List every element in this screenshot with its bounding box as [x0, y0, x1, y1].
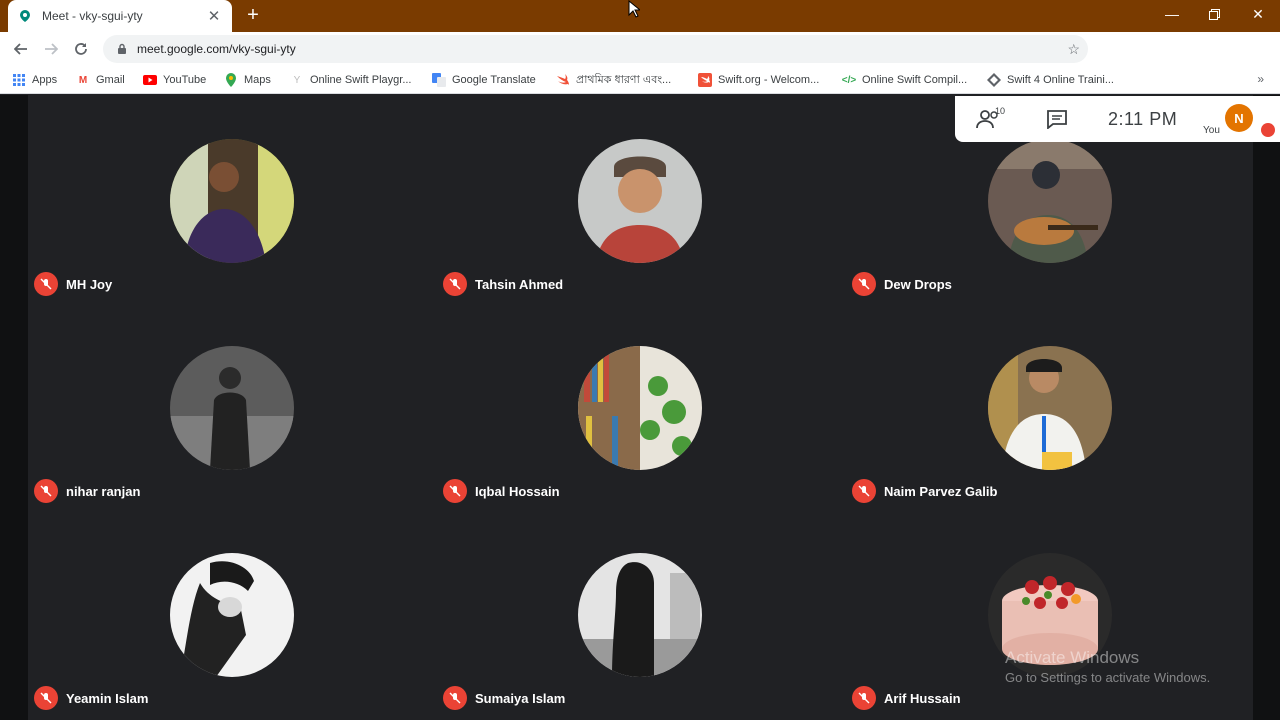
bookmark-label: Maps — [244, 74, 271, 86]
chat-icon[interactable] — [1046, 109, 1068, 129]
browser-tab-meet[interactable]: Meet - vky-sgui-yty ✕ — [8, 0, 232, 32]
training-icon — [987, 73, 1001, 87]
bookmark-youtube[interactable]: YouTube — [143, 71, 206, 89]
watermark-title: Activate Windows — [1005, 648, 1140, 667]
tab-title: Meet - vky-sgui-yty — [42, 9, 143, 23]
tab-strip: Meet - vky-sgui-yty ✕ + — ✕ — [0, 0, 1280, 32]
bookmark-gmail[interactable]: M Gmail — [76, 71, 125, 89]
lock-icon[interactable] — [115, 42, 129, 56]
bookmark-google-translate[interactable]: Google Translate — [432, 71, 536, 89]
participant-avatar — [170, 346, 294, 470]
bookmark-label: YouTube — [163, 74, 207, 86]
participant-name: Dew Drops — [884, 276, 952, 292]
mic-off-icon — [34, 272, 58, 296]
participant-nameplate: Naim Parvez Galib — [852, 479, 997, 503]
bookmark-label: Gmail — [96, 74, 125, 86]
watermark-subtitle: Go to Settings to activate Windows. — [1005, 670, 1211, 685]
close-window-icon[interactable]: ✕ — [1236, 0, 1280, 28]
participant-avatar — [170, 139, 294, 263]
bookmarks-overflow-icon[interactable]: » — [1257, 72, 1264, 86]
minimize-icon[interactable]: — — [1150, 0, 1194, 28]
bookmark-apps[interactable]: Apps — [12, 71, 57, 89]
meet-favicon-icon — [18, 9, 32, 23]
bookmark-label: Online Swift Compil... — [862, 74, 968, 86]
participant-avatar — [578, 346, 702, 470]
participant-name: nihar ranjan — [66, 483, 141, 499]
mic-off-icon — [443, 272, 467, 296]
bookmark-label: Online Swift Playgr... — [310, 74, 412, 86]
bookmark-swift-org[interactable]: Swift.org - Welcom... — [698, 71, 819, 89]
forward-arrow-icon[interactable] — [36, 34, 66, 64]
bookmark-label: Swift.org - Welcom... — [718, 74, 820, 86]
participant-nameplate: nihar ranjan — [34, 479, 140, 503]
bookmark-label: প্রাথমিক ধারণা এবং... — [576, 73, 672, 86]
url-text: meet.google.com/vky-sgui-yty — [137, 42, 296, 56]
participant-nameplate: Sumaiya Islam — [443, 686, 565, 710]
mic-off-icon — [852, 479, 876, 503]
browser-toolbar: meet.google.com/vky-sgui-yty ☆ N ⋮ — [0, 32, 1280, 92]
bookmark-label: Swift 4 Online Traini... — [1007, 74, 1114, 86]
mouse-cursor-icon — [628, 0, 640, 18]
bookmarks-bar: Apps M Gmail YouTube Maps Y Online Swift… — [0, 66, 1280, 94]
mic-off-icon — [852, 686, 876, 710]
mic-off-icon — [443, 479, 467, 503]
apps-grid-icon — [12, 73, 26, 87]
bookmark-swift-playground[interactable]: Y Online Swift Playgr... — [290, 71, 412, 89]
participant-name: MH Joy — [66, 276, 113, 292]
participant-nameplate: Tahsin Ahmed — [443, 272, 563, 296]
bookmark-star-icon[interactable]: ☆ — [1067, 41, 1080, 58]
translate-icon — [432, 73, 446, 87]
swift-icon — [556, 73, 570, 87]
back-arrow-icon[interactable] — [6, 34, 36, 64]
maps-pin-icon — [224, 73, 238, 87]
mic-off-icon — [34, 479, 58, 503]
participant-nameplate: Arif Hussain — [852, 686, 961, 710]
bookmark-label: Apps — [32, 74, 58, 86]
address-bar[interactable]: meet.google.com/vky-sgui-yty ☆ — [103, 35, 1088, 63]
windows-activation-watermark: Activate Windows Go to Settings to activ… — [1005, 648, 1210, 685]
mic-off-icon — [443, 686, 467, 710]
participant-avatar — [988, 346, 1112, 470]
meeting-clock: 2:11 PM — [1108, 109, 1178, 129]
self-mic-off-icon — [1261, 123, 1275, 137]
participant-name: Yeamin Islam — [66, 690, 149, 706]
participant-avatar — [170, 553, 294, 677]
participant-nameplate: Yeamin Islam — [34, 686, 148, 710]
participant-avatar — [578, 139, 702, 263]
participant-avatar — [578, 553, 702, 677]
participant-nameplate: MH Joy — [34, 272, 112, 296]
participant-avatar — [988, 139, 1112, 263]
self-avatar[interactable]: N — [1225, 104, 1253, 132]
meeting-info-bar: 10 2:11 PM You N — [955, 96, 1280, 142]
participant-name: Sumaiya Islam — [475, 690, 566, 706]
restore-icon[interactable] — [1192, 0, 1236, 28]
participant-name: Iqbal Hossain — [475, 483, 560, 499]
bookmark-maps[interactable]: Maps — [224, 71, 271, 89]
code-icon: </> — [841, 74, 857, 86]
mic-off-icon — [34, 686, 58, 710]
participant-name: Tahsin Ahmed — [475, 276, 564, 292]
swift-icon: Y — [293, 74, 301, 86]
youtube-icon — [143, 73, 157, 87]
bookmark-swift-compiler[interactable]: </> Online Swift Compil... — [842, 71, 967, 89]
new-tab-button[interactable]: + — [242, 4, 264, 26]
participant-name: Arif Hussain — [884, 690, 961, 706]
swift-org-icon — [698, 73, 712, 87]
participant-nameplate: Iqbal Hossain — [443, 479, 560, 503]
tab-close-icon[interactable]: ✕ — [206, 7, 222, 25]
bookmark-swift-training[interactable]: Swift 4 Online Traini... — [987, 71, 1114, 89]
mic-off-icon — [852, 272, 876, 296]
participant-nameplate: Dew Drops — [852, 272, 952, 296]
reload-icon[interactable] — [66, 34, 96, 64]
self-view-label: You — [1203, 125, 1220, 136]
participant-name: Naim Parvez Galib — [884, 483, 998, 499]
bookmark-label: Google Translate — [452, 74, 536, 86]
bookmark-bangla-swift[interactable]: প্রাথমিক ধারণা এবং... — [556, 71, 671, 89]
participant-count: 10 — [995, 106, 1006, 116]
gmail-icon: M — [78, 74, 88, 86]
